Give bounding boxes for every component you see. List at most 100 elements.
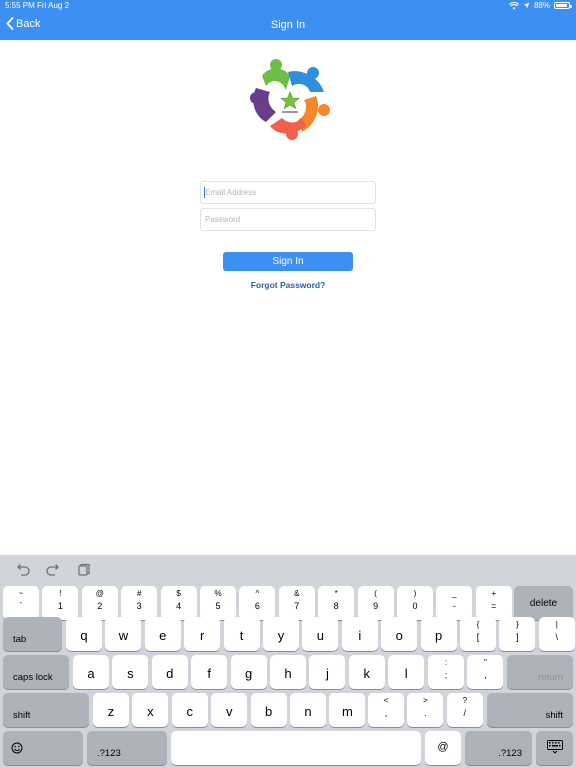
key-l[interactable]: l (388, 655, 425, 689)
key-3[interactable]: #3 (121, 586, 158, 620)
key-sym-1-shifted: } (516, 620, 519, 629)
wifi-icon (508, 1, 519, 9)
key-0-primary: 0 (412, 601, 418, 611)
tab-key[interactable]: tab (3, 617, 62, 651)
key-a[interactable]: a (73, 655, 109, 689)
key-punct-1[interactable]: ", (467, 655, 504, 689)
key-2[interactable]: @2 (81, 586, 118, 620)
key-c[interactable]: c (171, 693, 208, 727)
key-sym4-1[interactable]: >. (407, 693, 444, 727)
sign-in-button[interactable]: Sign In (223, 252, 353, 271)
key-sym-2-primary: \ (555, 632, 559, 642)
key-f[interactable]: f (191, 655, 228, 689)
key-z[interactable]: z (93, 693, 129, 727)
key-x[interactable]: x (132, 693, 169, 727)
key-w[interactable]: w (105, 617, 142, 651)
key-h[interactable]: h (270, 655, 306, 689)
key-1-shifted: ! (59, 589, 62, 598)
numbers-switch-key-right[interactable]: .?123 (465, 731, 532, 765)
undo-icon[interactable] (15, 563, 31, 577)
redo-icon[interactable] (45, 563, 61, 577)
keyboard-shortcut-bar (0, 555, 576, 585)
status-time: 5:55 PM (5, 1, 35, 10)
space-bar[interactable] (171, 731, 421, 765)
at-key[interactable]: @ (425, 731, 461, 765)
password-field[interactable] (200, 208, 376, 231)
key-sym-1[interactable]: }] (499, 617, 536, 651)
key-sym-2[interactable]: | \ (538, 617, 575, 651)
paste-icon[interactable] (76, 563, 92, 577)
numbers-switch-key-left[interactable]: .?123 (87, 731, 167, 765)
key-sym4-2[interactable]: ? / (446, 693, 483, 727)
key-`[interactable]: ~ ` (3, 586, 39, 620)
key-5[interactable]: % 5 (200, 586, 236, 620)
delete-key-label: delete (529, 598, 558, 609)
key-f-label: f (207, 666, 211, 681)
key-o[interactable]: o (381, 617, 418, 651)
key-7[interactable]: & 7 (278, 586, 315, 620)
numbers-switch-key-left-label: .?123 (97, 748, 121, 759)
key-`-primary: ` (19, 601, 23, 611)
key-e[interactable]: e (144, 617, 181, 651)
caps-lock-key-label: caps lock (13, 672, 53, 683)
keyboard-hide-icon (547, 740, 563, 754)
key-8[interactable]: * 8 (318, 586, 355, 620)
key-g[interactable]: g (230, 655, 267, 689)
key-w-label: w (118, 628, 129, 643)
key-sym4-0[interactable]: <, (368, 693, 404, 727)
status-right: 88% (508, 1, 572, 10)
key-sym-0-shifted: { (476, 620, 480, 629)
shift-right-key[interactable]: shift (487, 693, 573, 727)
tab-key-label: tab (13, 634, 27, 645)
caps-lock-key[interactable]: caps lock (3, 655, 69, 689)
sign-in-screen: 5:55 PM Fri Aug 2 88% Back Sign In Email… (0, 0, 576, 768)
key-i[interactable]: i (341, 617, 378, 651)
key-6-shifted: ^ (255, 589, 260, 598)
key-p[interactable]: p (420, 617, 457, 651)
key-n[interactable]: n (290, 693, 326, 727)
key---shifted: _ (452, 589, 457, 598)
key-v[interactable]: v (211, 693, 248, 727)
key-u[interactable]: u (302, 617, 339, 651)
key-sym-0[interactable]: {[ (460, 617, 496, 651)
key-r[interactable]: r (184, 617, 221, 651)
key-=[interactable]: + = (475, 586, 512, 620)
key-k[interactable]: k (348, 655, 385, 689)
key-2-primary: 2 (97, 601, 103, 611)
key-sym4-0-shifted: < (383, 696, 389, 705)
key-sym-1-primary: ] (516, 632, 519, 642)
key-6[interactable]: ^ 6 (239, 586, 276, 620)
battery-percent: 88% (533, 1, 550, 10)
key-y[interactable]: y (263, 617, 299, 651)
hide-keyboard-key[interactable] (536, 731, 573, 765)
key-m[interactable]: m (329, 693, 366, 727)
return-key-label: return (538, 672, 563, 683)
key-=-primary: = (491, 601, 497, 611)
logo-people-group (250, 59, 330, 140)
shift-left-key[interactable]: shift (3, 693, 89, 727)
delete-key[interactable]: delete (514, 586, 573, 620)
key-h-label: h (284, 666, 292, 681)
forgot-password-link[interactable]: Forgot Password? (0, 280, 576, 290)
key-punct-1-shifted: " (483, 658, 487, 667)
key-d[interactable]: d (151, 655, 188, 689)
key-1[interactable]: ! 1 (42, 586, 79, 620)
key-b[interactable]: b (250, 693, 287, 727)
location-icon (523, 2, 530, 9)
key-3-primary: 3 (136, 601, 142, 611)
return-key[interactable]: return (507, 655, 573, 689)
key-q[interactable]: q (66, 617, 102, 651)
key-punct-0[interactable]: :; (428, 655, 464, 689)
key-t-label: t (239, 628, 244, 643)
key-t[interactable]: t (223, 617, 260, 651)
key-9[interactable]: (9 (357, 586, 394, 620)
key-d-label: d (166, 666, 174, 681)
key-j[interactable]: j (309, 655, 346, 689)
key-x-label: x (147, 704, 154, 719)
key-4[interactable]: $4 (160, 586, 197, 620)
key-s[interactable]: s (112, 655, 149, 689)
emoji-key[interactable] (3, 731, 83, 765)
key-0[interactable]: ) 0 (397, 586, 433, 620)
email-field[interactable] (200, 181, 376, 204)
key--[interactable]: _ - (436, 586, 473, 620)
